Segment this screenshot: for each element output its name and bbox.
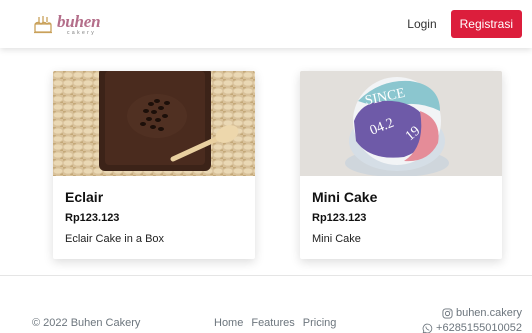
- product-description: Mini Cake: [312, 233, 361, 245]
- whatsapp-contact[interactable]: +6285155010052: [422, 321, 522, 333]
- product-image: [53, 71, 255, 176]
- instagram-contact[interactable]: buhen.cakery: [422, 306, 522, 321]
- login-link[interactable]: Login: [407, 17, 436, 31]
- instagram-icon: [442, 308, 453, 319]
- footer: © 2022 Buhen Cakery Home Features Pricin…: [0, 275, 532, 333]
- navbar: buhen cakery Login Registrasi: [0, 0, 532, 48]
- whatsapp-icon: [422, 323, 433, 333]
- footer-link-features[interactable]: Features: [251, 317, 294, 329]
- brand-logo[interactable]: buhen cakery: [32, 11, 101, 36]
- product-card-mini-cake[interactable]: SINCE 04.2 19 Mini Cake Rp123.123 Mini C…: [300, 71, 502, 259]
- copyright-text: © 2022 Buhen Cakery: [32, 317, 141, 329]
- product-price: Rp123.123: [65, 212, 120, 224]
- product-title[interactable]: Eclair: [65, 189, 243, 205]
- cake-icon: [34, 16, 52, 34]
- product-card-eclair[interactable]: Eclair Rp123.123 Eclair Cake in a Box: [53, 71, 255, 259]
- product-price: Rp123.123: [312, 212, 367, 224]
- product-description: Eclair Cake in a Box: [65, 233, 165, 245]
- instagram-handle: buhen.cakery: [455, 307, 522, 319]
- footer-nav: Home Features Pricing: [214, 317, 336, 329]
- footer-link-home[interactable]: Home: [214, 317, 243, 329]
- register-button[interactable]: Registrasi: [450, 10, 522, 38]
- brand-subtitle: cakery: [67, 29, 97, 36]
- social-contacts: buhen.cakery +6285155010052: [422, 306, 522, 333]
- whatsapp-number: +6285155010052: [436, 322, 522, 333]
- product-title[interactable]: Mini Cake: [312, 189, 490, 205]
- product-image: SINCE 04.2 19: [300, 71, 502, 176]
- brand-name: buhen: [57, 11, 101, 31]
- footer-link-pricing[interactable]: Pricing: [303, 317, 337, 329]
